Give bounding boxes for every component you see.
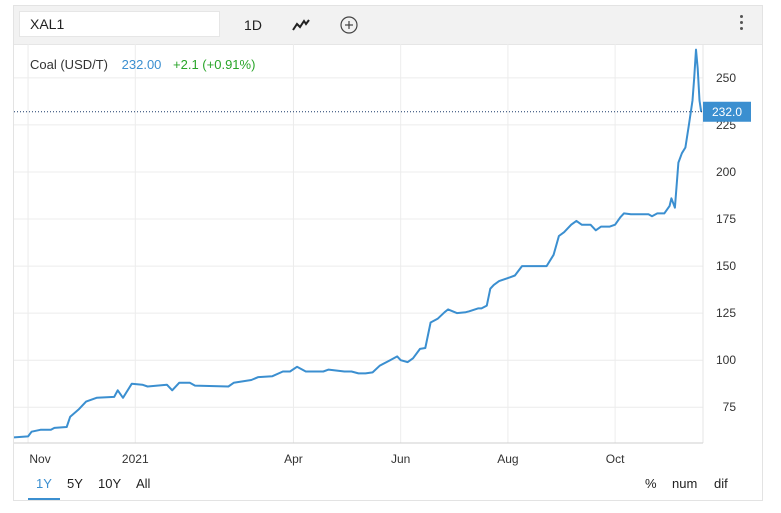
y-tick-label: 250 bbox=[716, 71, 736, 85]
instrument-name: Coal (USD/T) bbox=[30, 57, 109, 72]
last-price-tag-label: 232.0 bbox=[712, 105, 742, 119]
range-5y-button[interactable]: 5Y bbox=[67, 476, 83, 491]
x-tick-label: Jun bbox=[391, 452, 410, 466]
range-10y-button[interactable]: 10Y bbox=[98, 476, 121, 491]
price-chart: 75100125150175200225250Nov 2021 Apr Jun Aug O… bbox=[14, 44, 751, 466]
y-tick-label: 75 bbox=[723, 400, 737, 414]
active-range-indicator bbox=[28, 498, 60, 500]
range-selector: 1Y 5Y 10Y All % num dif bbox=[14, 474, 762, 502]
x-tick-label: Apr bbox=[284, 452, 303, 466]
y-tick-label: 125 bbox=[716, 306, 736, 320]
y-tick-label: 175 bbox=[716, 212, 736, 226]
x-tick-label: 2021 bbox=[122, 452, 149, 466]
range-1y-button[interactable]: 1Y bbox=[36, 476, 52, 491]
coal-price-line bbox=[14, 48, 703, 439]
range-all-button[interactable]: All bbox=[136, 476, 150, 491]
last-price: 232.00 bbox=[121, 57, 162, 72]
x-tick-label: Nov bbox=[29, 452, 50, 466]
y-tick-label: 150 bbox=[716, 259, 736, 273]
chart-widget: XAL1 1D 75 100 125 150 175 200 225 250 Nov 2021 Ap… bbox=[13, 5, 763, 501]
quote-header: Coal (USD/T) 232.00 +2.1 (+0.91%) bbox=[30, 57, 255, 72]
x-tick-label: Oct bbox=[606, 452, 625, 466]
mode-dif-button[interactable]: dif bbox=[714, 476, 728, 491]
price-change: +2.1 (+0.91%) bbox=[173, 57, 256, 72]
y-tick-label: 100 bbox=[716, 353, 736, 367]
y-tick-label: 200 bbox=[716, 165, 736, 179]
mode-percent-button[interactable]: % bbox=[645, 476, 657, 491]
mode-num-button[interactable]: num bbox=[672, 476, 697, 491]
x-tick-label: Aug bbox=[497, 452, 518, 466]
